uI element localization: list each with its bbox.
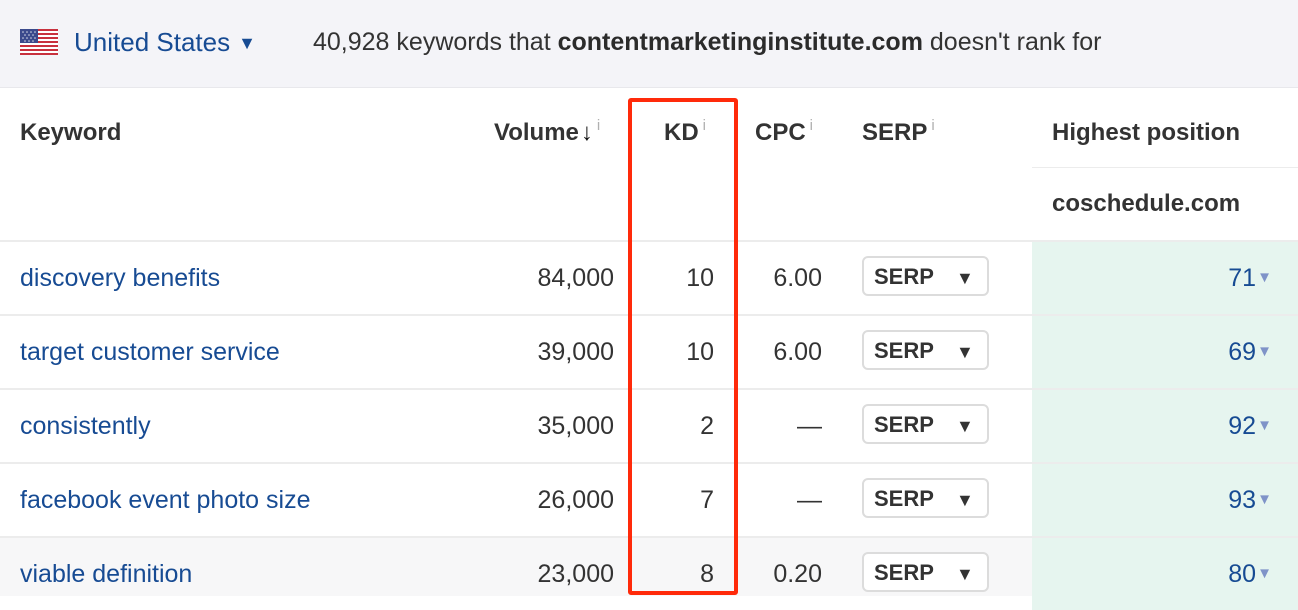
volume-value: 35,000	[537, 412, 614, 440]
kd-value: 10	[686, 338, 714, 366]
sort-descending-icon: ↓	[580, 119, 593, 146]
position-value[interactable]: 80	[1228, 558, 1256, 590]
highest-position-divider	[1032, 167, 1298, 168]
kd-value: 7	[700, 486, 714, 514]
header-label: SERP	[862, 119, 928, 146]
position-dropdown-icon[interactable]: ▼	[1257, 268, 1272, 288]
position-value[interactable]: 71	[1228, 262, 1256, 294]
table-row: consistently 35,000 2 — SERP ▼ 92 ▼	[0, 390, 1298, 462]
serp-button-label: SERP	[874, 412, 934, 437]
results-summary: 40,928 keywords that contentmarketingins…	[313, 25, 1101, 59]
position-value[interactable]: 92	[1228, 410, 1256, 442]
info-icon[interactable]: i	[703, 117, 706, 134]
cpc-value: —	[797, 412, 822, 440]
position-dropdown-icon[interactable]: ▼	[1257, 416, 1272, 436]
info-icon[interactable]: i	[810, 117, 813, 134]
position-dropdown-icon[interactable]: ▼	[1257, 342, 1272, 362]
chevron-down-icon: ▼	[956, 268, 974, 288]
table-row: discovery benefits 84,000 10 6.00 SERP ▼…	[0, 242, 1298, 314]
position-dropdown-icon[interactable]: ▼	[1257, 490, 1272, 510]
serp-button[interactable]: SERP ▼	[862, 552, 989, 592]
serp-button-label: SERP	[874, 264, 934, 289]
serp-button-label: SERP	[874, 338, 934, 363]
top-bar: United States ▼ 40,928 keywords that cont…	[0, 0, 1298, 88]
summary-tail: doesn't rank for	[929, 28, 1102, 56]
kd-value: 10	[686, 264, 714, 292]
serp-button[interactable]: SERP ▼	[862, 256, 989, 296]
column-header-highest-position[interactable]: Highest position	[1052, 118, 1240, 148]
serp-button[interactable]: SERP ▼	[862, 330, 989, 370]
kd-value: 2	[700, 412, 714, 440]
column-header-cpc[interactable]: CPC i	[755, 117, 813, 151]
chevron-down-icon: ▼	[956, 490, 974, 510]
info-icon[interactable]: i	[597, 117, 600, 134]
column-header-kd[interactable]: KD i	[664, 117, 706, 151]
table-row: viable definition 23,000 8 0.20 SERP ▼ 8…	[0, 538, 1298, 610]
chevron-down-icon: ▼	[956, 564, 974, 584]
position-value[interactable]: 69	[1228, 336, 1256, 368]
table-row: target customer service 39,000 10 6.00 S…	[0, 316, 1298, 388]
position-value[interactable]: 93	[1228, 484, 1256, 516]
summary-count: 40,928 keywords that	[313, 28, 551, 56]
keyword-link[interactable]: viable definition	[20, 558, 192, 590]
us-flag-icon	[20, 29, 58, 55]
column-header-serp[interactable]: SERP i	[862, 117, 935, 151]
serp-button-label: SERP	[874, 486, 934, 511]
volume-value: 26,000	[537, 486, 614, 514]
header-label: Highest position	[1052, 119, 1240, 146]
header-label: CPC	[755, 119, 806, 146]
country-selector[interactable]: United States ▼	[74, 25, 256, 62]
keyword-link[interactable]: discovery benefits	[20, 262, 220, 294]
kd-value: 8	[700, 560, 714, 588]
header-label: coschedule.com	[1052, 190, 1241, 217]
header-label: KD	[664, 119, 699, 146]
volume-value: 39,000	[537, 338, 614, 366]
country-label: United States	[74, 27, 231, 57]
table-row: facebook event photo size 26,000 7 — SER…	[0, 464, 1298, 536]
chevron-down-icon: ▼	[956, 342, 974, 362]
cpc-value: —	[797, 486, 822, 514]
chevron-down-icon: ▼	[956, 416, 974, 436]
keyword-link[interactable]: consistently	[20, 410, 151, 442]
info-icon[interactable]: i	[931, 117, 934, 134]
cpc-value: 6.00	[773, 264, 822, 292]
column-header-volume[interactable]: Volume↓ i	[494, 117, 600, 151]
serp-button[interactable]: SERP ▼	[862, 478, 989, 518]
serp-button[interactable]: SERP ▼	[862, 404, 989, 444]
volume-value: 84,000	[537, 264, 614, 292]
keyword-link[interactable]: facebook event photo size	[20, 484, 310, 516]
column-header-keyword[interactable]: Keyword	[20, 118, 121, 148]
header-label: Volume	[494, 119, 579, 146]
summary-domain: contentmarketinginstitute.com	[557, 28, 923, 56]
position-dropdown-icon[interactable]: ▼	[1257, 564, 1272, 584]
cpc-value: 0.20	[773, 560, 822, 588]
chevron-down-icon: ▼	[238, 33, 256, 53]
column-header-competitor[interactable]: coschedule.com	[1052, 189, 1240, 219]
header-label: Keyword	[20, 119, 122, 146]
cpc-value: 6.00	[773, 338, 822, 366]
serp-button-label: SERP	[874, 560, 934, 585]
volume-value: 23,000	[537, 560, 614, 588]
keyword-link[interactable]: target customer service	[20, 336, 280, 368]
